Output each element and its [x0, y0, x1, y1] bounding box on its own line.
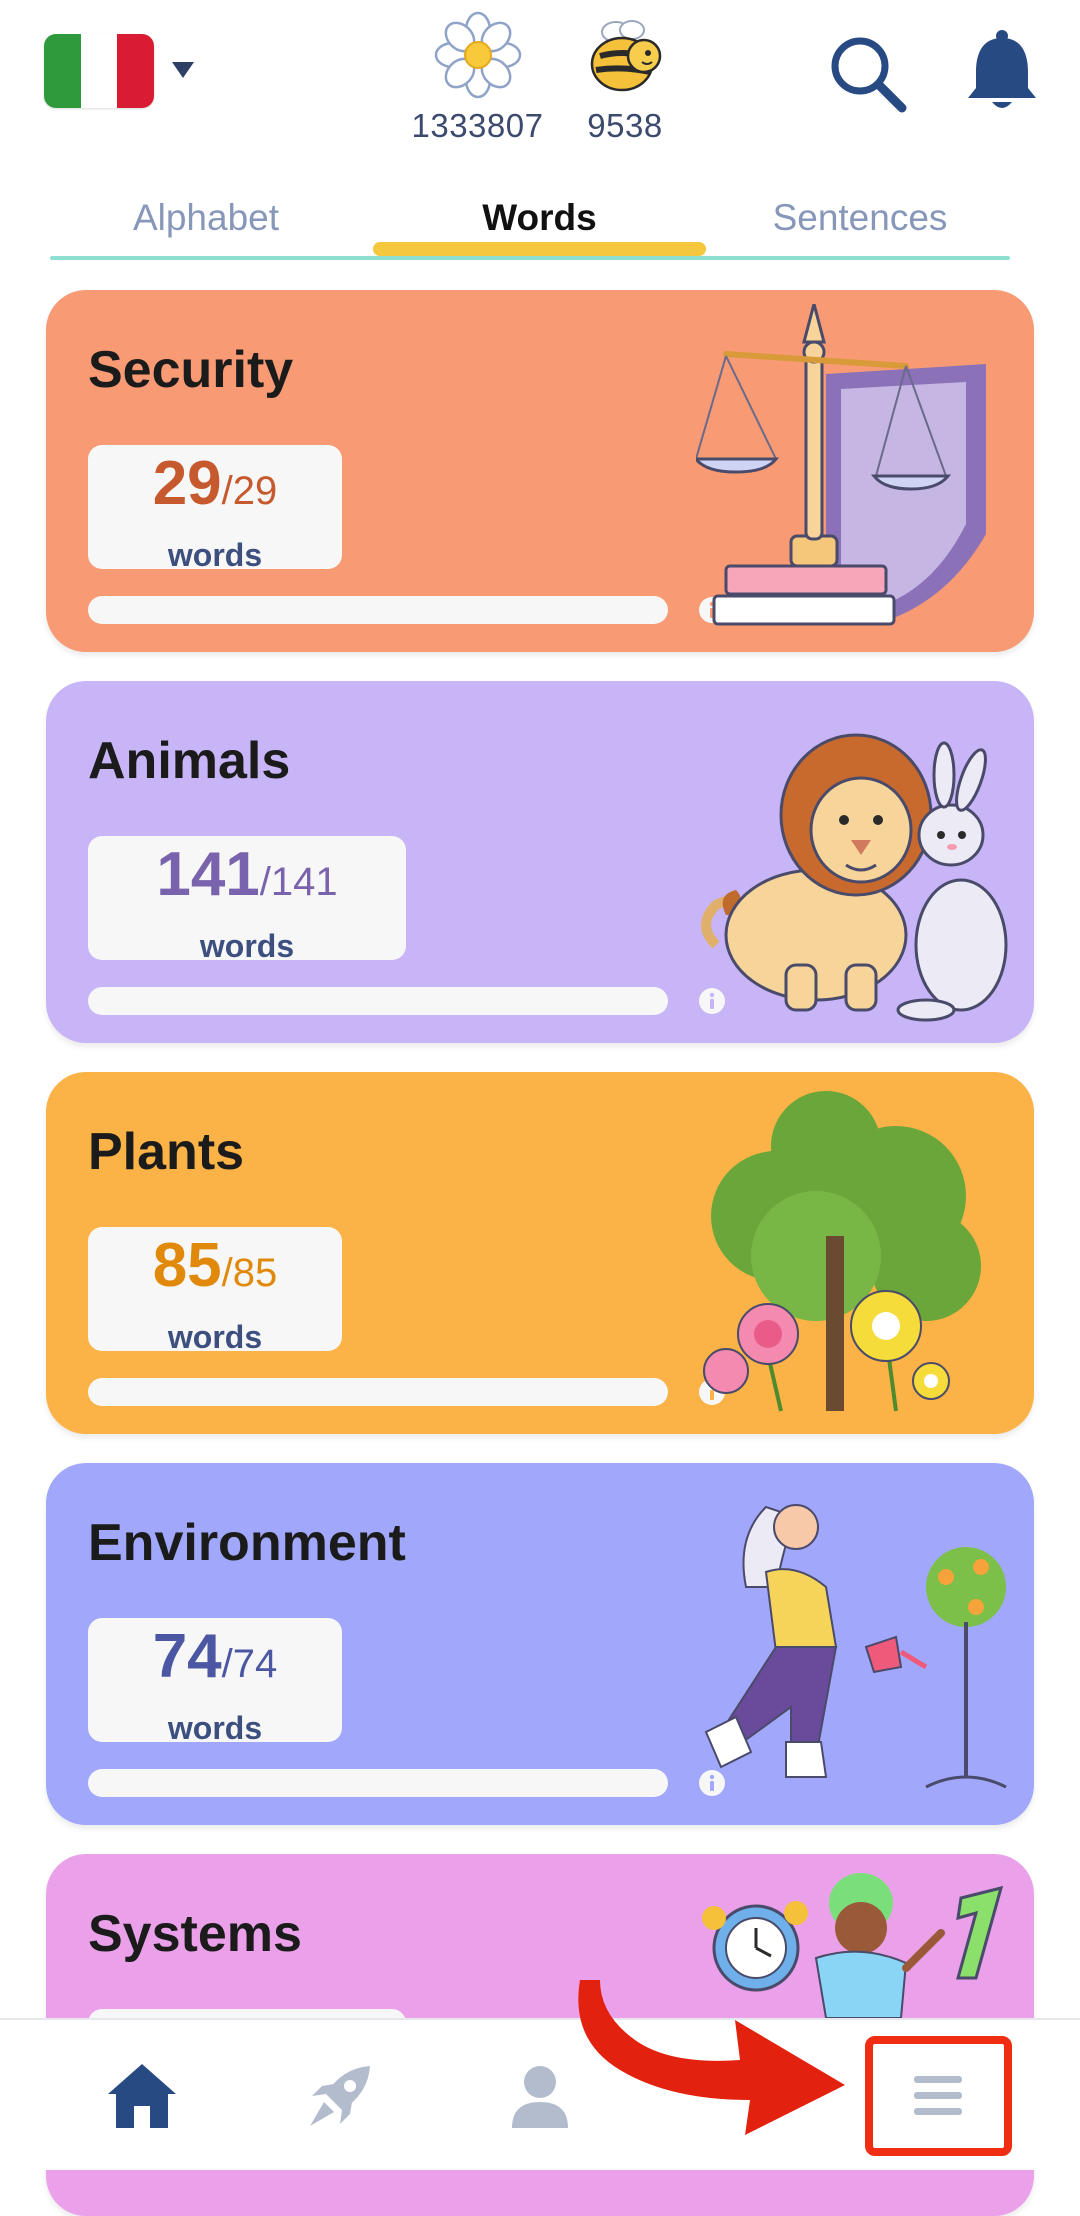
card-title: Systems	[88, 1905, 302, 1963]
card-title: Plants	[88, 1123, 245, 1181]
word-count-badge: 141/141 words	[88, 836, 406, 964]
tab-alphabet[interactable]: Alphabet	[50, 186, 362, 250]
tab-sentences[interactable]: Sentences	[710, 186, 1010, 250]
tree-and-flowers-illustration	[703, 1091, 981, 1412]
woman-watering-tree-illustration	[704, 1504, 1007, 1789]
flowers-count: 1333807	[411, 107, 544, 144]
justice-scales-illustration	[696, 304, 986, 626]
tabs-divider	[50, 256, 1010, 260]
home-icon[interactable]	[104, 2058, 180, 2134]
topic-card-environment[interactable]: Environment 74/74 words	[46, 1463, 1034, 1825]
learned-count: 29	[152, 449, 222, 518]
active-tab-indicator	[373, 242, 706, 256]
count-unit-label: words	[167, 537, 263, 573]
word-count-badge: 29/29 words	[88, 445, 342, 573]
total-count: /29	[221, 469, 278, 513]
card-title: Animals	[88, 732, 291, 790]
red-arrow-annotation	[578, 1980, 845, 2135]
language-flag-italy[interactable]	[44, 34, 154, 108]
count-unit-label: words	[167, 1319, 263, 1355]
total-count: /74	[221, 1642, 278, 1686]
word-count-badge: 74/74 words	[88, 1618, 342, 1746]
card-title: Security	[88, 341, 294, 399]
count-unit-label: words	[199, 928, 295, 964]
word-count-badge: 85/85 words	[88, 1227, 342, 1355]
flowers-stat[interactable]: 1333807	[405, 10, 550, 145]
card-title: Environment	[88, 1514, 406, 1572]
total-count: /141	[259, 860, 338, 904]
tab-words[interactable]: Words	[373, 186, 706, 250]
bee-icon	[590, 20, 662, 92]
learned-count: 141	[156, 840, 260, 909]
total-count: /85	[221, 1251, 278, 1295]
learned-count: 85	[152, 1231, 222, 1300]
search-icon[interactable]	[826, 32, 910, 116]
menu-highlight-annotation	[865, 2036, 1012, 2156]
top-bar: 1333807 9538	[0, 0, 1080, 150]
progress-bar	[88, 596, 668, 624]
progress-bar	[88, 1378, 668, 1406]
topic-card-plants[interactable]: Plants 85/85 words	[46, 1072, 1034, 1434]
progress-bar	[88, 987, 668, 1015]
language-dropdown-icon[interactable]	[172, 62, 194, 78]
lion-and-rabbit-illustration	[701, 733, 1008, 1022]
count-unit-label: words	[167, 1710, 263, 1746]
rocket-icon[interactable]	[302, 2058, 378, 2134]
bees-stat[interactable]: 9538	[575, 10, 675, 145]
topic-card-security[interactable]: Security 29/29 words	[46, 290, 1034, 652]
bees-count: 9538	[587, 107, 663, 144]
category-tabs: Alphabet Words Sentences	[50, 186, 1010, 262]
notification-bell-icon[interactable]	[962, 28, 1042, 114]
flower-icon	[434, 11, 521, 99]
learned-count: 74	[152, 1622, 222, 1691]
progress-bar	[88, 1769, 668, 1797]
topic-card-animals[interactable]: Animals 141/141 words	[46, 681, 1034, 1043]
